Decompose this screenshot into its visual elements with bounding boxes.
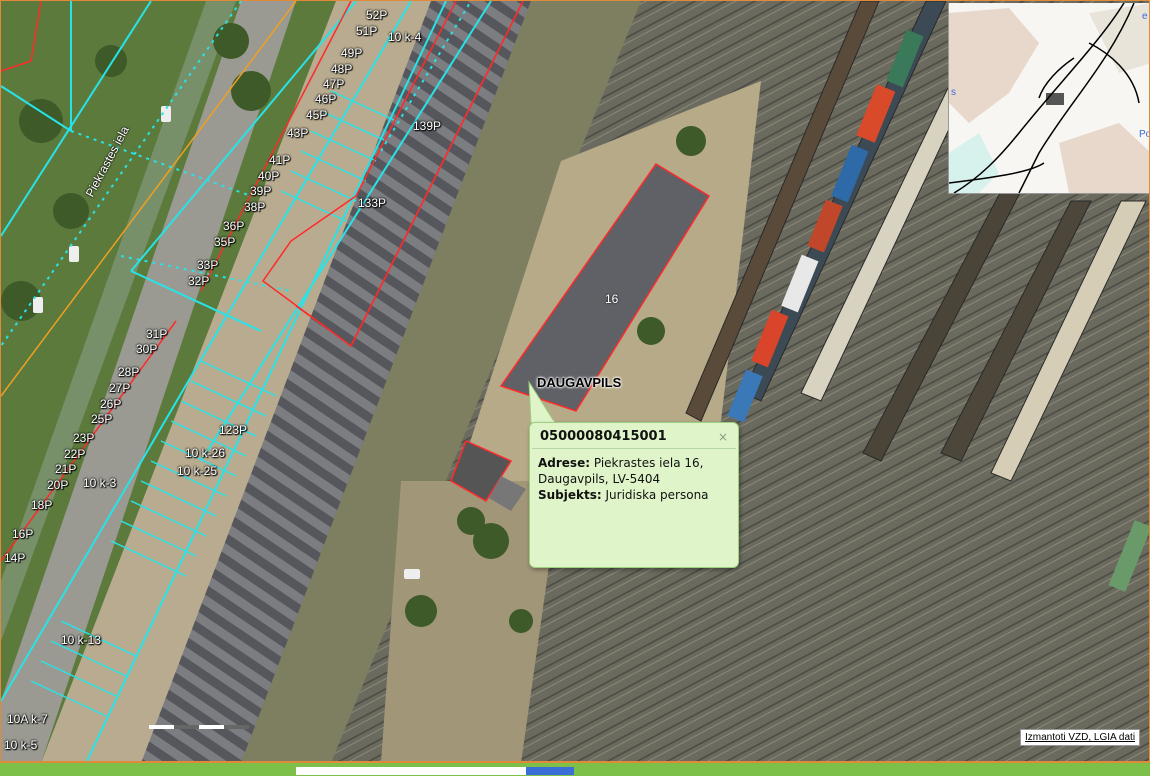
parcel-label: 45P xyxy=(306,108,328,122)
parcel-label: 49P xyxy=(341,46,363,60)
parcel-label: 35P xyxy=(214,235,236,249)
parcel-label: 14P xyxy=(4,551,26,565)
parcel-label: 10 k-4 xyxy=(388,30,422,44)
parcel-label: 20P xyxy=(47,478,69,492)
scale-bar xyxy=(149,725,249,729)
parcel-label: 10 k-5 xyxy=(4,738,38,752)
parcel-label: 51P xyxy=(356,24,378,38)
parcel-label: 133P xyxy=(358,196,387,210)
subject-label: Subjekts: xyxy=(538,488,602,502)
popup-cadastre-number: 05000080415001 xyxy=(532,423,736,449)
parcel-label: 26P xyxy=(100,397,122,411)
parcel-label: 48P xyxy=(331,62,353,76)
svg-text:s: s xyxy=(951,87,956,98)
parcel-label: 10 k-26 xyxy=(185,446,226,460)
parcel-label: 123P xyxy=(219,423,248,437)
parcel-label: 32P xyxy=(188,274,210,288)
parcel-label: 16P xyxy=(12,527,34,541)
popup-pointer xyxy=(528,381,556,424)
parcel-label: 28P xyxy=(118,365,140,379)
popup-body: Adrese: Piekrastes iela 16, Daugavpils, … xyxy=(530,449,738,509)
parcel-label: 40P xyxy=(258,169,280,183)
parcel-label: 41P xyxy=(269,153,291,167)
parcel-label: 10 k-3 xyxy=(83,476,117,490)
svg-text:Po: Po xyxy=(1139,129,1150,140)
parcel-label: 39P xyxy=(250,184,272,198)
parcel-label: 46P xyxy=(315,92,337,106)
parcel-label: 22P xyxy=(64,447,86,461)
bottom-widget[interactable] xyxy=(296,767,574,775)
parcel-label: 36P xyxy=(223,219,245,233)
map-canvas[interactable]: Piekrastes iela 52P 51P 10 k-4 49P 48P 4… xyxy=(0,0,1150,762)
parcel-label: 18P xyxy=(31,498,53,512)
parcel-label: 10 k-25 xyxy=(177,464,218,478)
parcel-label: 30P xyxy=(136,342,158,356)
parcel-label: 23P xyxy=(73,431,95,445)
address-label: Adrese: xyxy=(538,456,591,470)
parcel-label: 139P xyxy=(413,119,442,133)
parcel-label: 33P xyxy=(197,258,219,272)
subject-value: Juridiska persona xyxy=(605,488,709,502)
parcel-label: 10 k-13 xyxy=(61,633,102,647)
parcel-label: 10A k-7 xyxy=(7,712,48,726)
parcel-label: 31P xyxy=(146,327,168,341)
attribution-link[interactable]: Izmantoti VZD, LGIA dati xyxy=(1020,729,1141,746)
close-icon[interactable]: × xyxy=(718,430,728,444)
svg-text:e: e xyxy=(1142,11,1148,22)
parcel-label: 38P xyxy=(244,200,266,214)
minimap-drawing: e Po s xyxy=(949,3,1150,193)
info-popup[interactable]: 05000080415001 × Adrese: Piekrastes iela… xyxy=(529,422,739,568)
building-number-label: 16 xyxy=(605,292,619,306)
overview-minimap[interactable]: e Po s xyxy=(948,3,1150,194)
parcel-label: 21P xyxy=(55,462,77,476)
parcel-label: 47P xyxy=(323,77,345,91)
parcel-label: 27P xyxy=(109,381,131,395)
parcel-label: 43P xyxy=(287,126,309,140)
bottom-widget-button[interactable] xyxy=(526,767,574,775)
parcel-label: 25P xyxy=(91,412,113,426)
parcel-label: 52P xyxy=(366,8,388,22)
bottom-toolbar xyxy=(0,762,1150,776)
